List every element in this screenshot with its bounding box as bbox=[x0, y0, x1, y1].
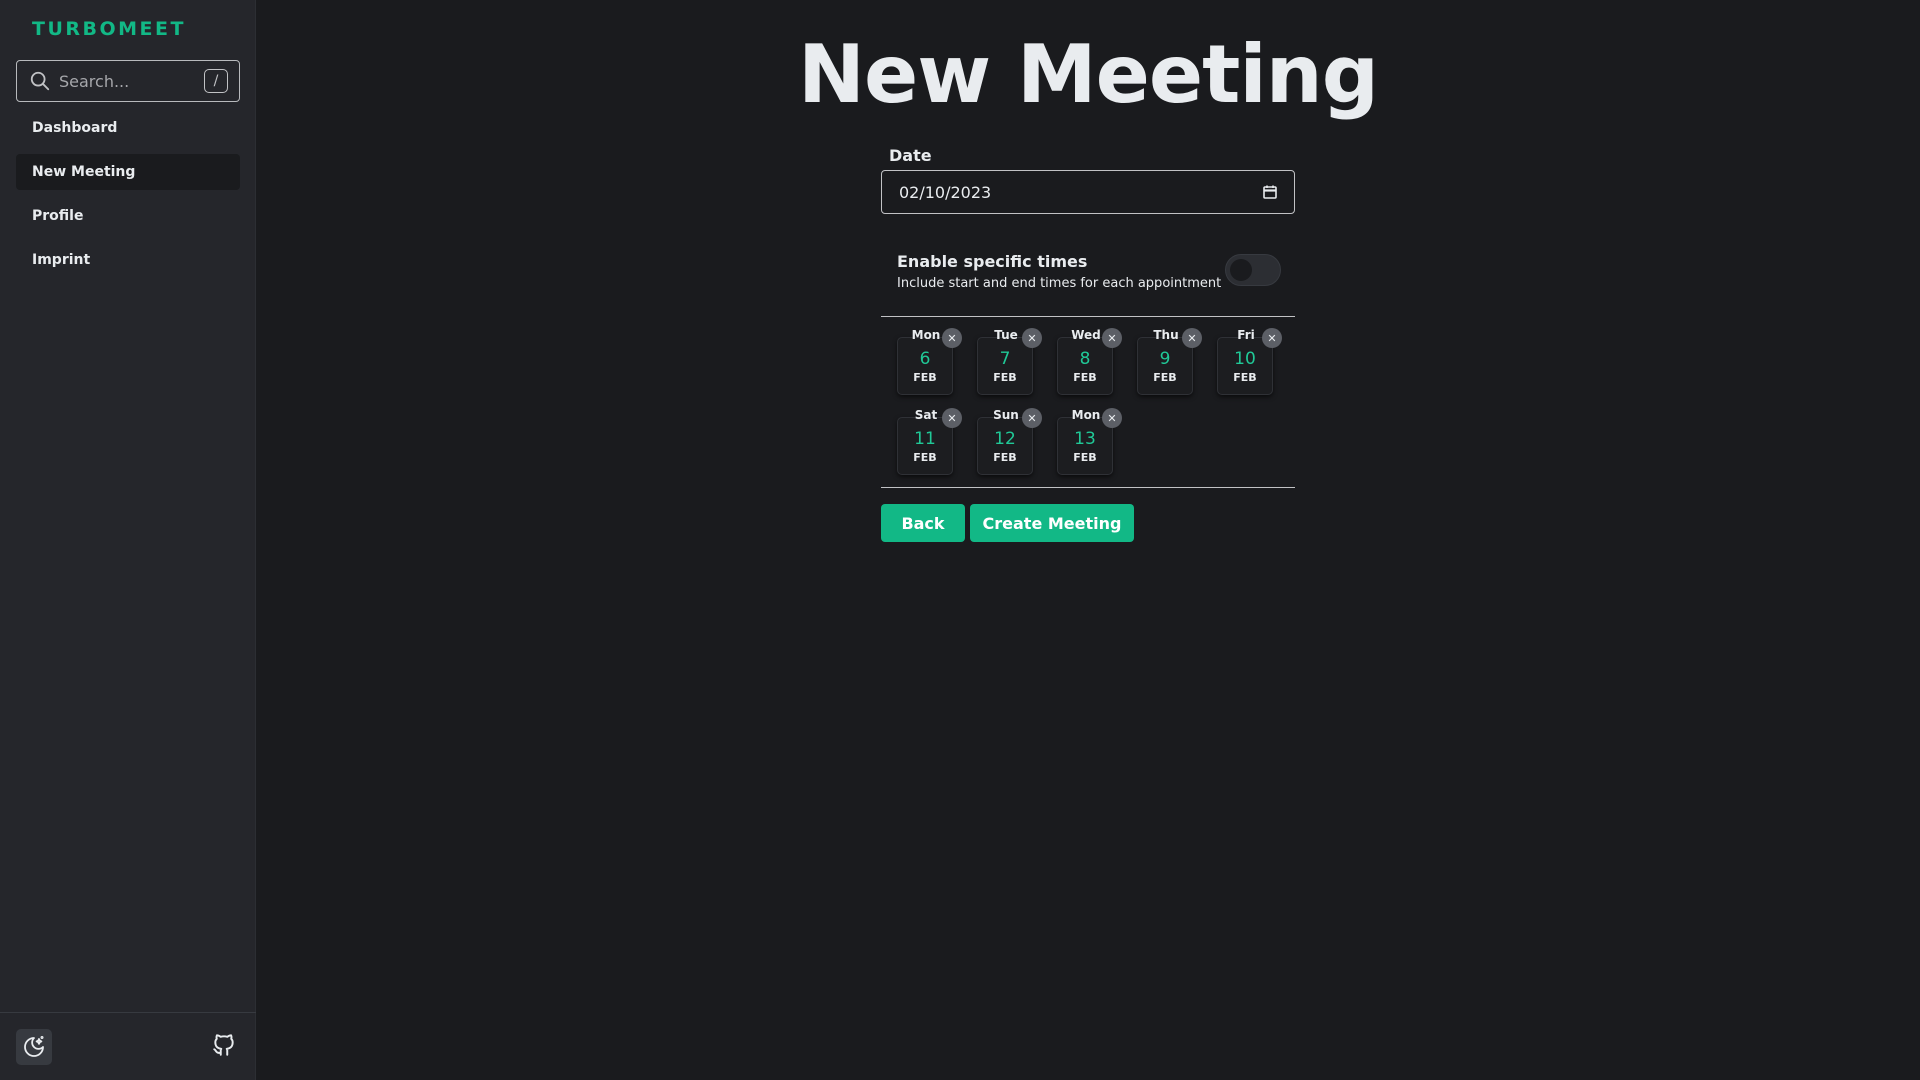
search-placeholder: Search... bbox=[59, 71, 130, 91]
date-value: 02/10/2023 bbox=[899, 182, 992, 202]
sidebar-item-profile[interactable]: Profile bbox=[16, 198, 240, 234]
date-label: Date bbox=[889, 146, 932, 165]
github-link[interactable] bbox=[208, 1029, 240, 1061]
toggle-knob bbox=[1230, 259, 1252, 281]
date-month: FEB bbox=[993, 371, 1017, 384]
specific-times-toggle[interactable] bbox=[1225, 254, 1281, 286]
github-icon bbox=[213, 1034, 234, 1056]
remove-date-button[interactable]: ✕ bbox=[1022, 328, 1042, 348]
moon-stars-icon bbox=[24, 1035, 44, 1057]
sidebar-nav: Dashboard New Meeting Profile Imprint bbox=[16, 110, 240, 286]
date-card: Mon 13 FEB ✕ bbox=[1057, 408, 1122, 475]
date-card: Sat 11 FEB ✕ bbox=[897, 408, 962, 475]
sidebar-item-imprint[interactable]: Imprint bbox=[16, 242, 240, 278]
create-meeting-button[interactable]: Create Meeting bbox=[970, 504, 1134, 542]
date-day: 9 bbox=[1159, 349, 1171, 369]
remove-date-button[interactable]: ✕ bbox=[1102, 408, 1122, 428]
remove-date-button[interactable]: ✕ bbox=[1182, 328, 1202, 348]
sidebar: TURBOMEET Search... / Dashboard New Meet… bbox=[0, 0, 256, 1080]
date-day: 6 bbox=[919, 349, 931, 369]
date-day: 12 bbox=[994, 429, 1016, 449]
page-title: New Meeting bbox=[798, 28, 1379, 121]
calendar-icon[interactable] bbox=[1262, 184, 1278, 200]
remove-date-button[interactable]: ✕ bbox=[1262, 328, 1282, 348]
date-day: 7 bbox=[999, 349, 1011, 369]
specific-times-setting: Enable specific times Include start and … bbox=[881, 252, 1295, 316]
sidebar-item-dashboard[interactable]: Dashboard bbox=[16, 110, 240, 146]
remove-date-button[interactable]: ✕ bbox=[942, 408, 962, 428]
back-button[interactable]: Back bbox=[881, 504, 965, 542]
date-day: 10 bbox=[1234, 349, 1256, 369]
search-shortcut-hint: / bbox=[204, 69, 228, 93]
date-month: FEB bbox=[1073, 451, 1097, 464]
date-card: Wed 8 FEB ✕ bbox=[1057, 328, 1122, 395]
main-content: New Meeting Date 02/10/2023 Enable speci… bbox=[256, 0, 1920, 1080]
date-month: FEB bbox=[1153, 371, 1177, 384]
date-month: FEB bbox=[993, 451, 1017, 464]
theme-toggle-button[interactable] bbox=[16, 1029, 52, 1065]
date-day: 8 bbox=[1079, 349, 1091, 369]
new-meeting-form: Date 02/10/2023 Enable specific times In… bbox=[881, 146, 1295, 542]
date-card: Fri 10 FEB ✕ bbox=[1217, 328, 1282, 395]
date-day: 13 bbox=[1074, 429, 1096, 449]
remove-date-button[interactable]: ✕ bbox=[1102, 328, 1122, 348]
remove-date-button[interactable]: ✕ bbox=[942, 328, 962, 348]
divider-bottom bbox=[881, 487, 1295, 488]
app-logo[interactable]: TURBOMEET bbox=[32, 18, 186, 40]
sidebar-footer bbox=[0, 1012, 256, 1080]
date-card: Sun 12 FEB ✕ bbox=[977, 408, 1042, 475]
sidebar-item-new-meeting[interactable]: New Meeting bbox=[16, 154, 240, 190]
search-input[interactable]: Search... / bbox=[16, 60, 240, 102]
date-month: FEB bbox=[1073, 371, 1097, 384]
selected-dates-list: Mon 6 FEB ✕ Tue 7 FEB ✕ Wed 8 FEB ✕ Thu … bbox=[881, 317, 1295, 487]
date-card: Tue 7 FEB ✕ bbox=[977, 328, 1042, 395]
date-month: FEB bbox=[913, 371, 937, 384]
search-icon bbox=[30, 71, 50, 91]
date-card: Thu 9 FEB ✕ bbox=[1137, 328, 1202, 395]
date-input[interactable]: 02/10/2023 bbox=[881, 170, 1295, 214]
remove-date-button[interactable]: ✕ bbox=[1022, 408, 1042, 428]
form-actions: Back Create Meeting bbox=[881, 504, 1295, 542]
date-month: FEB bbox=[1233, 371, 1257, 384]
date-month: FEB bbox=[913, 451, 937, 464]
date-card: Mon 6 FEB ✕ bbox=[897, 328, 962, 395]
date-day: 11 bbox=[914, 429, 936, 449]
